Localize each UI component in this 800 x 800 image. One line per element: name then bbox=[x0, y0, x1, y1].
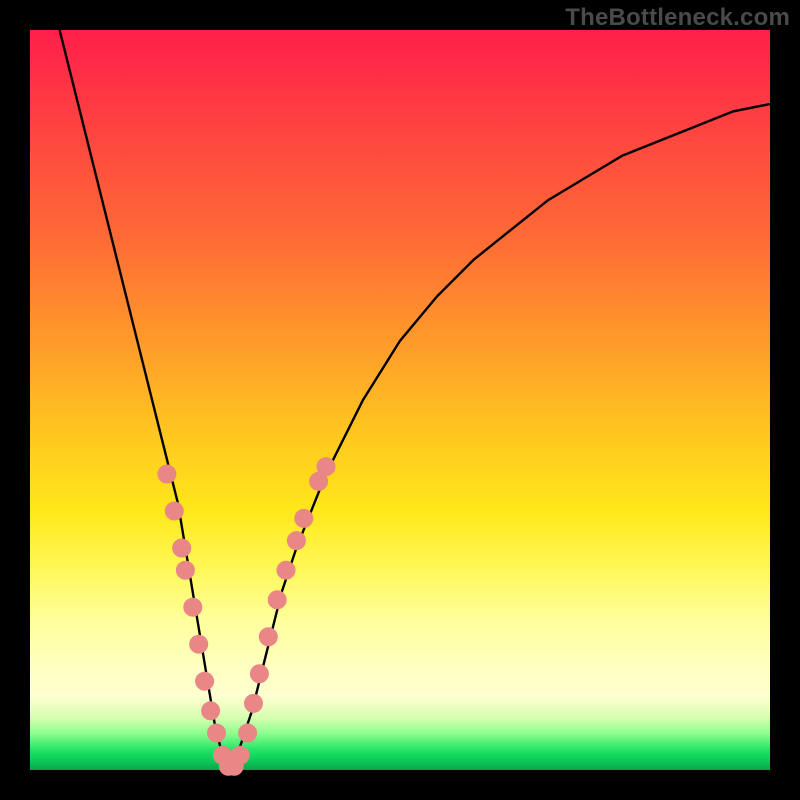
marker-dot bbox=[196, 672, 214, 690]
marker-dot bbox=[287, 532, 305, 550]
marker-dot bbox=[173, 539, 191, 557]
marker-dot bbox=[250, 665, 268, 683]
marker-group bbox=[158, 458, 335, 776]
marker-dot bbox=[239, 724, 257, 742]
marker-dot bbox=[208, 724, 226, 742]
marker-dot bbox=[165, 502, 183, 520]
marker-dot bbox=[295, 509, 313, 527]
chart-frame: TheBottleneck.com bbox=[0, 0, 800, 800]
marker-dot bbox=[259, 628, 277, 646]
marker-dot bbox=[231, 746, 249, 764]
chart-svg bbox=[30, 30, 770, 770]
marker-dot bbox=[202, 702, 220, 720]
marker-dot bbox=[245, 694, 263, 712]
marker-dot bbox=[158, 465, 176, 483]
brand-watermark: TheBottleneck.com bbox=[565, 4, 790, 32]
marker-dot bbox=[176, 561, 194, 579]
marker-dot bbox=[190, 635, 208, 653]
marker-dot bbox=[268, 591, 286, 609]
bottleneck-curve bbox=[60, 30, 770, 770]
marker-dot bbox=[277, 561, 295, 579]
marker-dot bbox=[317, 458, 335, 476]
plot-area bbox=[30, 30, 770, 770]
marker-dot bbox=[184, 598, 202, 616]
